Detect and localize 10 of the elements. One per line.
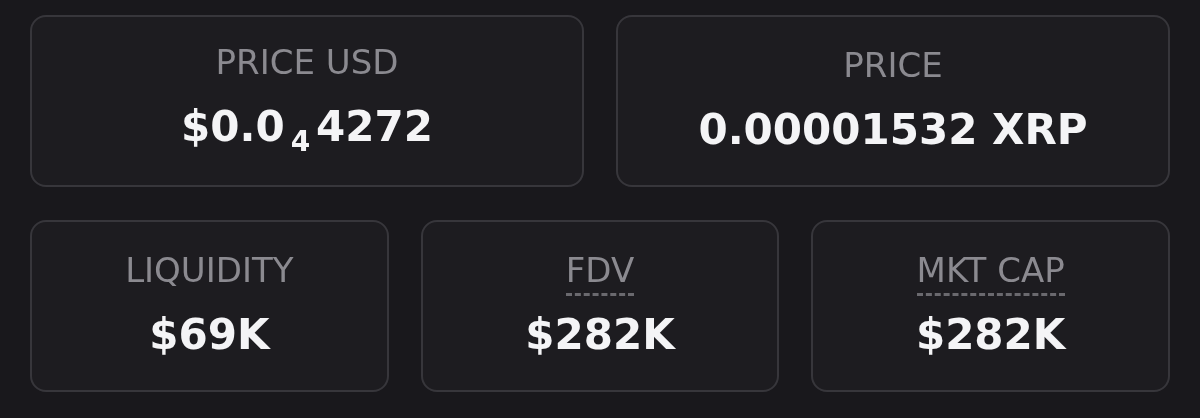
- stat-value: 0.00001532 XRP: [698, 105, 1088, 156]
- stat-label: PRICE USD: [215, 43, 399, 84]
- stat-value: $69K: [149, 310, 270, 361]
- stat-value: $282K: [915, 310, 1066, 361]
- stat-label: LIQUIDITY: [125, 251, 294, 292]
- stat-label: PRICE: [843, 46, 943, 87]
- stat-label: MKT CAP: [916, 251, 1065, 296]
- stat-value: $282K: [525, 310, 675, 361]
- stat-label: FDV: [565, 251, 635, 296]
- stat-value: $0.0$_{4}$4272: [181, 101, 433, 159]
